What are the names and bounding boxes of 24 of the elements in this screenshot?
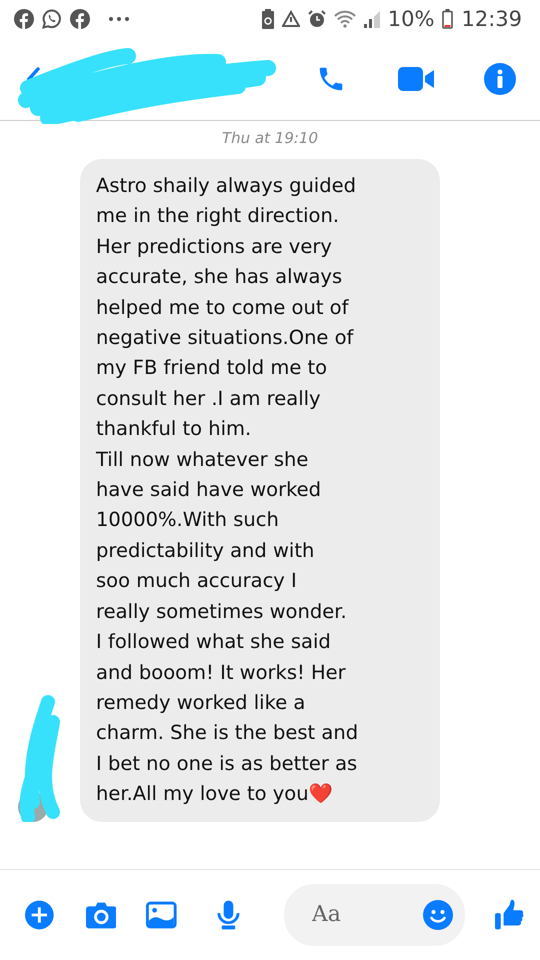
message-input[interactable]: Aa	[308, 894, 424, 934]
battery-percentage: 10%	[388, 7, 434, 31]
battery-saver-icon	[262, 9, 274, 29]
facebook-icon	[14, 9, 34, 29]
message-field[interactable]: Aa	[284, 884, 466, 946]
emoji-icon[interactable]	[423, 900, 454, 930]
microphone-icon[interactable]	[216, 900, 240, 930]
facebook-icon	[70, 9, 90, 29]
clock-time: 12:39	[461, 7, 522, 31]
warning-triangle-icon	[282, 10, 300, 28]
whatsapp-icon	[42, 9, 62, 29]
camera-icon[interactable]	[86, 900, 116, 928]
message-timestamp: Thu at 19:10	[220, 128, 319, 149]
thumbs-up-icon[interactable]	[495, 898, 524, 930]
plus-icon[interactable]	[25, 900, 54, 930]
more-icon	[108, 16, 130, 22]
image-icon[interactable]	[146, 900, 177, 928]
info-icon[interactable]	[484, 63, 516, 95]
wifi-icon	[334, 10, 356, 28]
battery-icon	[442, 9, 454, 29]
signal-icon	[364, 10, 380, 28]
video-camera-icon[interactable]	[398, 67, 434, 91]
message-bubble: Astro shaily always guided me in the right direction. Her predictions are very accurate, she has always helped me to come out of negative situations.One of my FB friend told me to consult her .I am really thankful to him. Till now whatever she have said have worked 10000%.With such predictability and with soo much accuracy I really sometimes wonder. I followed what she said and booom! It works! Her remedy worked like a charm. She is the best and I bet no one is as better as her.All my love to you❤	[80, 159, 440, 822]
alarm-icon	[308, 10, 326, 28]
